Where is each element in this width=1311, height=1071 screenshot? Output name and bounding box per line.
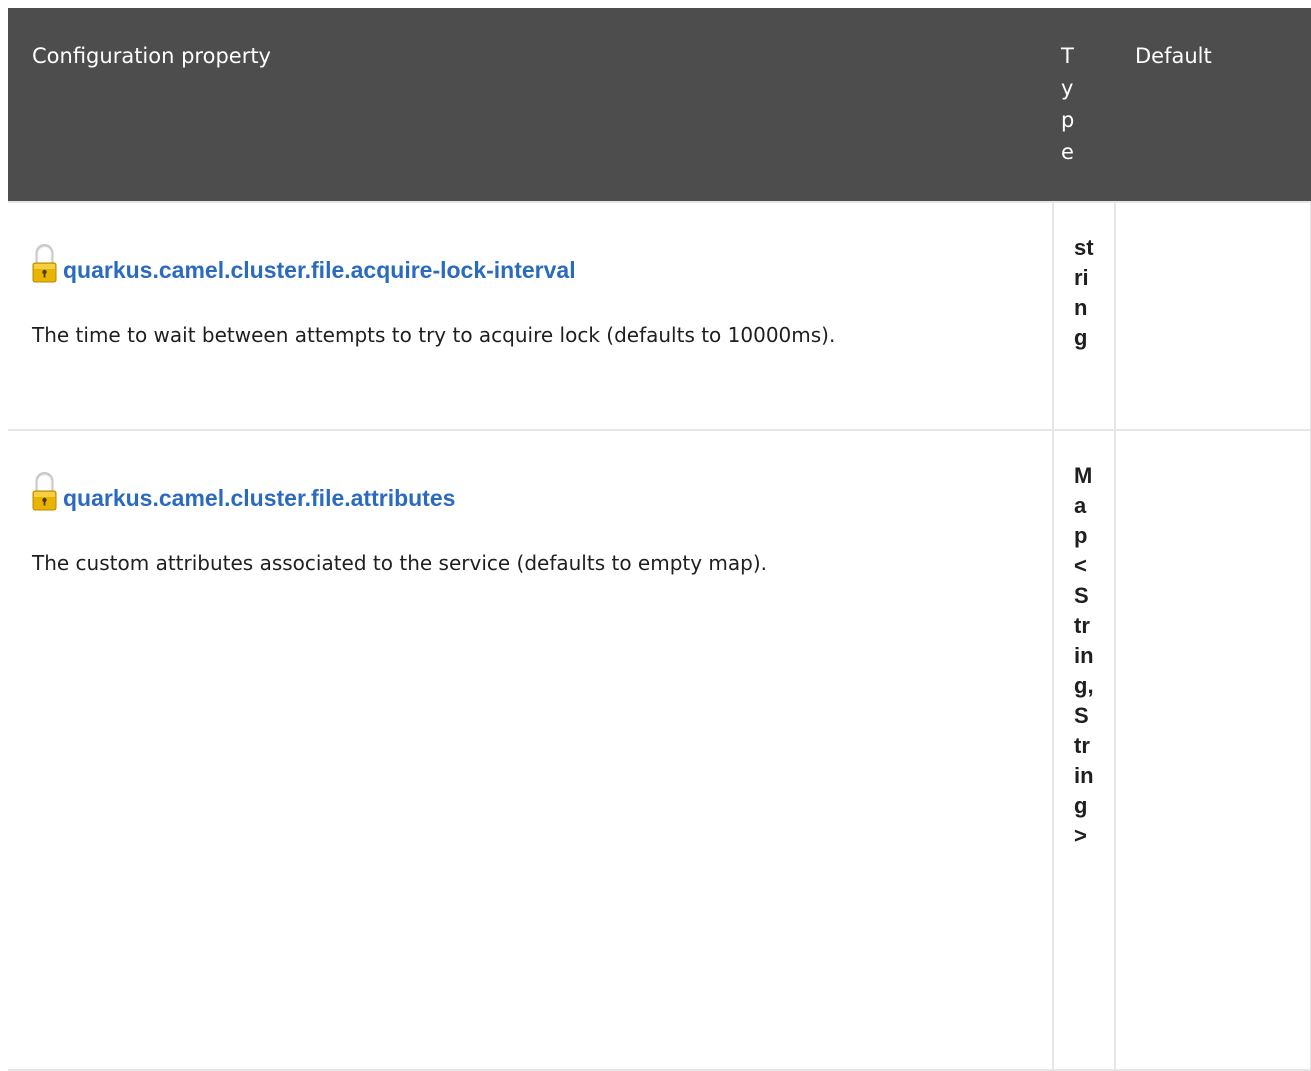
header-type: Type	[1053, 8, 1115, 202]
property-cell: quarkus.camel.cluster.file.attributes Th…	[8, 429, 1054, 1071]
header-type-label: Type	[1061, 44, 1075, 164]
config-properties-table: Configuration property Type Default quar…	[8, 8, 1311, 1071]
header-configuration-property: Configuration property	[8, 8, 1053, 202]
property-description: The custom attributes associated to the …	[32, 551, 768, 575]
lock-icon	[32, 472, 57, 511]
type-cell: string	[1052, 201, 1116, 431]
default-cell	[1114, 201, 1311, 431]
table-row: quarkus.camel.cluster.file.attributes Th…	[8, 429, 1311, 1071]
config-table-container: Configuration property Type Default quar…	[8, 8, 1311, 1071]
property-heading: quarkus.camel.cluster.file.attributes	[32, 457, 1052, 511]
table-header-row: Configuration property Type Default	[8, 8, 1311, 202]
property-heading: quarkus.camel.cluster.file.acquire-lock-…	[32, 229, 1052, 283]
type-value: string	[1074, 235, 1094, 350]
property-description: The time to wait between attempts to try…	[32, 323, 836, 347]
property-link[interactable]: quarkus.camel.cluster.file.attributes	[63, 485, 455, 511]
default-cell	[1114, 429, 1311, 1071]
table-row: quarkus.camel.cluster.file.acquire-lock-…	[8, 201, 1311, 431]
lock-icon	[32, 244, 57, 283]
property-link[interactable]: quarkus.camel.cluster.file.acquire-lock-…	[63, 257, 576, 283]
type-value: Map<String,String>	[1074, 463, 1094, 848]
type-cell: Map<String,String>	[1052, 429, 1116, 1071]
property-cell: quarkus.camel.cluster.file.acquire-lock-…	[8, 201, 1054, 431]
header-default: Default	[1115, 8, 1311, 202]
